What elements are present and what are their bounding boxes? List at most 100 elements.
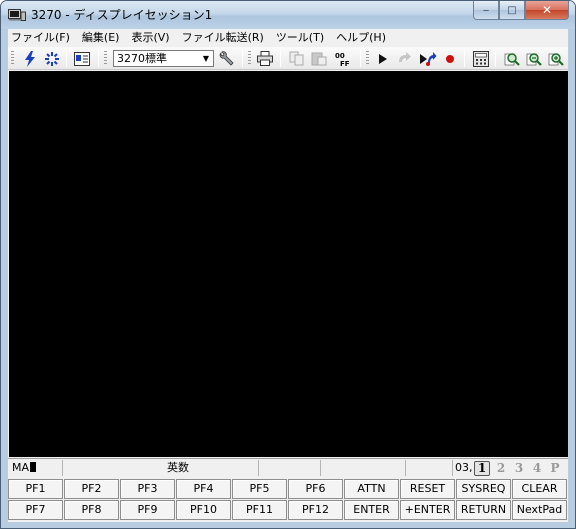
session-settings-button[interactable] <box>72 49 92 68</box>
calculator-button[interactable] <box>471 49 491 68</box>
key-pf3[interactable]: PF3 <box>120 479 175 499</box>
key-pf10[interactable]: PF10 <box>176 500 231 520</box>
status-mode: MA <box>11 460 63 476</box>
key-attn[interactable]: ATTN <box>344 479 399 499</box>
step-macro-icon <box>399 51 411 62</box>
minimize-icon: ‒ <box>482 4 490 16</box>
key-pf8[interactable]: PF8 <box>64 500 119 520</box>
key-pf1[interactable]: PF1 <box>8 479 63 499</box>
status-ime: 英数 <box>63 460 259 476</box>
toolbar-separator <box>280 50 281 67</box>
connect-icon <box>25 50 35 67</box>
print-button[interactable] <box>255 49 275 68</box>
app-window: 3270 - ディスプレイセッション1 ‒ □ ✕ ファイル(F) 編集(E) … <box>0 0 576 529</box>
key-sysreq[interactable]: SYSREQ <box>456 479 511 499</box>
toolbar-separator <box>98 50 99 67</box>
disconnect-icon <box>45 51 59 66</box>
caption-buttons: ‒ □ ✕ <box>473 1 569 21</box>
emulation-select-value: 3270標準 <box>117 52 167 65</box>
key-return[interactable]: RETURN <box>456 500 511 520</box>
key-pf9[interactable]: PF9 <box>120 500 175 520</box>
print-icon <box>257 51 273 66</box>
toolbar-separator <box>495 50 496 67</box>
record-step-button[interactable] <box>418 49 438 68</box>
key-pf5[interactable]: PF5 <box>232 479 287 499</box>
menu-view[interactable]: 表示(V) <box>125 29 175 47</box>
page-4-indicator[interactable]: 4 <box>528 461 546 475</box>
key-pf6[interactable]: PF6 <box>288 479 343 499</box>
title-bar[interactable]: 3270 - ディスプレイセッション1 ‒ □ ✕ <box>1 1 575 29</box>
paste-icon <box>311 52 327 66</box>
toolbar-grip[interactable] <box>104 51 107 66</box>
close-icon: ✕ <box>541 3 553 17</box>
key-pf7[interactable]: PF7 <box>8 500 63 520</box>
toolbar-separator <box>464 50 465 67</box>
key-plus-enter[interactable]: +ENTER <box>400 500 455 520</box>
status-cell <box>406 460 453 476</box>
toolbar-separator <box>360 50 361 67</box>
key-enter[interactable]: ENTER <box>344 500 399 520</box>
zoom-in-button[interactable] <box>502 49 522 68</box>
key-pf11[interactable]: PF11 <box>232 500 287 520</box>
svg-text:00: 00 <box>335 52 345 60</box>
close-button[interactable]: ✕ <box>525 1 569 20</box>
disconnect-button[interactable] <box>42 49 62 68</box>
play-macro-button[interactable] <box>373 49 393 68</box>
step-macro-button[interactable] <box>395 49 415 68</box>
ooff-button[interactable]: 00 FF <box>333 49 353 68</box>
settings-wrench-icon <box>219 50 234 66</box>
status-cell <box>259 460 321 476</box>
toolbar-grip[interactable] <box>248 51 251 66</box>
zoom-out-button[interactable] <box>524 49 544 68</box>
menu-file[interactable]: ファイル(F) <box>8 29 76 47</box>
copy-icon <box>289 51 304 66</box>
status-cell <box>321 460 406 476</box>
record-step-icon <box>420 51 437 66</box>
key-clear[interactable]: CLEAR <box>512 479 567 499</box>
minimize-button[interactable]: ‒ <box>473 1 499 20</box>
page-2-indicator[interactable]: 2 <box>492 461 510 475</box>
toolbar-grip[interactable] <box>11 51 14 66</box>
calculator-icon <box>473 50 489 67</box>
settings-wrench-button[interactable] <box>216 49 236 68</box>
key-pf4[interactable]: PF4 <box>176 479 231 499</box>
zoom-in-icon <box>504 52 520 66</box>
terminal-app-icon <box>8 9 26 21</box>
menu-tools[interactable]: ツール(T) <box>270 29 330 47</box>
page-p-indicator[interactable]: P <box>546 461 564 475</box>
cursor-indicator-icon <box>30 462 37 472</box>
toolbar-separator <box>242 50 243 67</box>
copy-button[interactable] <box>287 49 307 68</box>
key-pf12[interactable]: PF12 <box>288 500 343 520</box>
key-nextpad[interactable]: NextPad <box>512 500 567 520</box>
chevron-down-icon: ▼ <box>202 54 210 63</box>
paste-button[interactable] <box>309 49 329 68</box>
function-keypad: PF1 PF2 PF3 PF4 PF5 PF6 ATTN RESET SYSRE… <box>8 476 568 522</box>
maximize-button[interactable]: □ <box>499 1 525 20</box>
toolbar-separator <box>66 50 67 67</box>
window-title: 3270 - ディスプレイセッション1 <box>31 8 213 22</box>
menu-bar: ファイル(F) 編集(E) 表示(V) ファイル転送(R) ツール(T) ヘルプ… <box>8 29 568 47</box>
page-3-indicator[interactable]: 3 <box>510 461 528 475</box>
connect-button[interactable] <box>20 49 40 68</box>
page-1-indicator[interactable]: 1 <box>474 460 490 476</box>
menu-edit[interactable]: 編集(E) <box>76 29 126 47</box>
status-cursor-position: 03, <box>455 461 473 474</box>
key-reset[interactable]: RESET <box>400 479 455 499</box>
terminal-screen[interactable] <box>9 71 568 457</box>
key-pf2[interactable]: PF2 <box>64 479 119 499</box>
status-mode-label: MA <box>12 461 30 474</box>
toolbar-grip[interactable] <box>366 51 369 66</box>
ooff-icon: 00FF <box>335 52 350 67</box>
record-button[interactable] <box>440 49 460 68</box>
zoom-fit-icon <box>548 52 564 66</box>
zoom-out-icon <box>526 52 542 66</box>
play-macro-icon <box>379 53 387 64</box>
menu-file-transfer[interactable]: ファイル転送(R) <box>176 29 270 47</box>
session-settings-icon <box>74 51 90 66</box>
zoom-fit-button[interactable] <box>546 49 566 68</box>
emulation-select[interactable]: 3270標準 ▼ <box>113 50 214 67</box>
toolbar: 3270標準 ▼ 00 FF <box>8 47 568 70</box>
menu-help[interactable]: ヘルプ(H) <box>330 29 392 47</box>
record-icon <box>446 54 454 63</box>
